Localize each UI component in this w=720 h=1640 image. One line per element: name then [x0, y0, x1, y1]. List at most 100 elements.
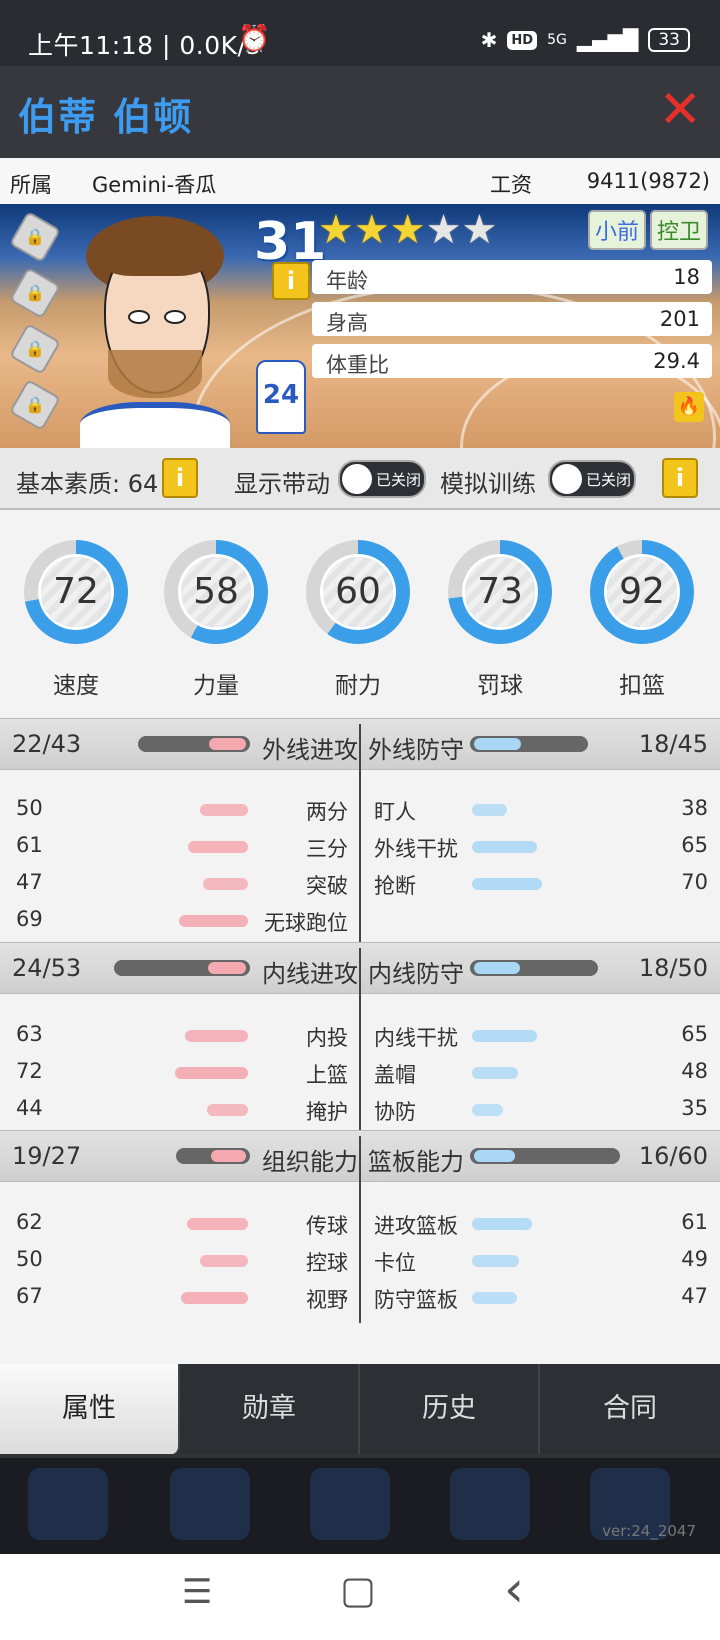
section-right-bar-fill [474, 738, 521, 750]
menu-icon[interactable]: ☰ [182, 1572, 212, 1612]
tab-bar: 属性 勋章 历史 合同 [0, 1364, 720, 1458]
position-badge: 控卫 [649, 210, 708, 250]
tab-attributes[interactable]: 属性 [0, 1364, 180, 1454]
section-left-bar-fill [208, 962, 246, 974]
section-left-title: 内线进攻 [262, 960, 358, 988]
bluetooth-icon: ✱ [480, 28, 498, 52]
badge-slot-lock-icon[interactable]: 🔒 [9, 211, 61, 263]
team-label: 所属 [10, 173, 52, 197]
stat-label: 两分 [306, 800, 348, 824]
section-divider [359, 724, 361, 946]
menu-blur-icon [28, 1468, 108, 1540]
title-bar: 伯蒂 伯顿 ✕ [0, 66, 720, 158]
stat-bar-fill [185, 1030, 248, 1042]
stat-label: 传球 [306, 1214, 348, 1238]
tab-contract[interactable]: 合同 [540, 1364, 720, 1454]
stat-label: 内线干扰 [374, 1026, 458, 1050]
stat-bar-fill [472, 1104, 503, 1116]
stat-label: 三分 [306, 837, 348, 861]
toggle-text: 已关闭 [376, 471, 422, 489]
player-name: 伯蒂 伯顿 [18, 95, 194, 139]
basic-quality-row: 基本素质: 64 i 显示带动 已关闭 模拟训练 已关闭 i [0, 448, 720, 510]
sim-training-toggle[interactable]: 已关闭 [548, 460, 636, 498]
section-right-title: 外线防守 [368, 736, 464, 764]
stat-ring: 60 [306, 540, 410, 644]
stat-ring-value: 58 [193, 571, 239, 612]
attr-height: 身高 201 [312, 302, 712, 336]
training-info-icon[interactable]: i [662, 458, 698, 498]
home-icon[interactable]: ▢ [340, 1568, 376, 1612]
stat-ring-label: 扣篮 [619, 673, 665, 699]
info-icon[interactable]: i [272, 262, 310, 300]
badge-slot-lock-icon[interactable]: 🔒 [9, 379, 61, 431]
status-time: 上午11:18 | 0.0K/s [28, 31, 260, 60]
section-right-title: 内线防守 [368, 960, 464, 988]
stat-bar-fill [472, 1067, 518, 1079]
stat-ring-value: 72 [53, 571, 99, 612]
section-right-score: 18/50 [638, 954, 708, 982]
toggle-knob [342, 464, 372, 494]
stat-bar-fill [200, 1255, 248, 1267]
stat-bar-fill [187, 1218, 248, 1230]
menu-blur-icon [450, 1468, 530, 1540]
stat-label: 视野 [306, 1288, 348, 1312]
menu-blur-icon [310, 1468, 390, 1540]
stat-bar-fill [203, 878, 248, 890]
stat-value: 61 [681, 1210, 708, 1234]
menu-blur-icon [170, 1468, 250, 1540]
stat-value: 61 [16, 833, 43, 857]
section-left-title: 外线进攻 [262, 736, 358, 764]
network-label: 5G [547, 32, 567, 48]
back-icon[interactable]: ‹ [504, 1560, 524, 1618]
star-empty-icon: ★ [461, 207, 498, 253]
system-nav-bar: ☰ ▢ ‹ [0, 1554, 720, 1640]
attr-weight-ratio: 体重比 29.4 [312, 344, 712, 378]
stat-value: 63 [16, 1022, 43, 1046]
basic-info-icon[interactable]: i [162, 458, 198, 498]
close-icon[interactable]: ✕ [658, 80, 702, 140]
stat-value: 67 [16, 1284, 43, 1308]
star-rating: ★ ★ ★ ★ ★ [318, 210, 497, 250]
stat-bar-fill [179, 915, 248, 927]
badge-slot-lock-icon[interactable]: 🔒 [9, 323, 61, 375]
attr-age: 年龄 18 [312, 260, 712, 294]
show-drive-toggle[interactable]: 已关闭 [338, 460, 426, 498]
basic-quality-label: 基本素质: 64 [16, 470, 159, 498]
game-menu-bar: ver:24_2047 [0, 1458, 720, 1554]
stat-bar-fill [472, 841, 537, 853]
section-left-title: 组织能力 [262, 1148, 358, 1176]
section-left-score: 22/43 [12, 730, 82, 758]
stat-label: 上篮 [306, 1063, 348, 1087]
stat-ring-label: 力量 [193, 673, 239, 699]
tab-badges[interactable]: 勋章 [180, 1364, 360, 1454]
section-right-score: 16/60 [638, 1142, 708, 1170]
stat-bar-fill [207, 1104, 248, 1116]
section-divider [359, 1136, 361, 1323]
star-filled-icon: ★ [318, 207, 354, 253]
tab-history[interactable]: 历史 [360, 1364, 540, 1454]
hd-icon: HD [507, 30, 538, 50]
stat-value: 44 [16, 1096, 43, 1120]
section-right-bar-fill [474, 1150, 515, 1162]
stat-ring-value: 92 [619, 571, 665, 612]
stat-ring-label: 速度 [53, 673, 99, 699]
team-row: 所属 Gemini-香瓜 工资 9411(9872) [0, 158, 720, 205]
badge-slot-lock-icon[interactable]: 🔒 [9, 267, 61, 319]
salary-label: 工资 [490, 173, 532, 197]
version-label: ver:24_2047 [602, 1522, 696, 1540]
team-name: Gemini-香瓜 [92, 173, 217, 197]
stat-label: 盖帽 [374, 1063, 416, 1087]
stat-ring: 58 [164, 540, 268, 644]
sim-training-label: 模拟训练 [440, 470, 536, 498]
stat-label: 进攻篮板 [374, 1214, 458, 1238]
star-filled-icon: ★ [353, 207, 390, 253]
stat-ring-label: 罚球 [477, 673, 523, 699]
signal-icon: ▂▄▆█ [576, 28, 639, 52]
stat-label: 掩护 [306, 1100, 348, 1124]
fire-icon[interactable]: 🔥 [674, 392, 704, 422]
stat-value: 47 [16, 870, 43, 894]
stat-ring-value: 60 [335, 571, 381, 612]
player-card: 🔒 🔒 🔒 🔒 24 31 ★ ★ ★ ★ ★ 小前 控卫 i 年龄 18 身高 201… [0, 204, 720, 448]
stat-value: 65 [681, 1022, 708, 1046]
stat-value: 70 [681, 870, 708, 894]
